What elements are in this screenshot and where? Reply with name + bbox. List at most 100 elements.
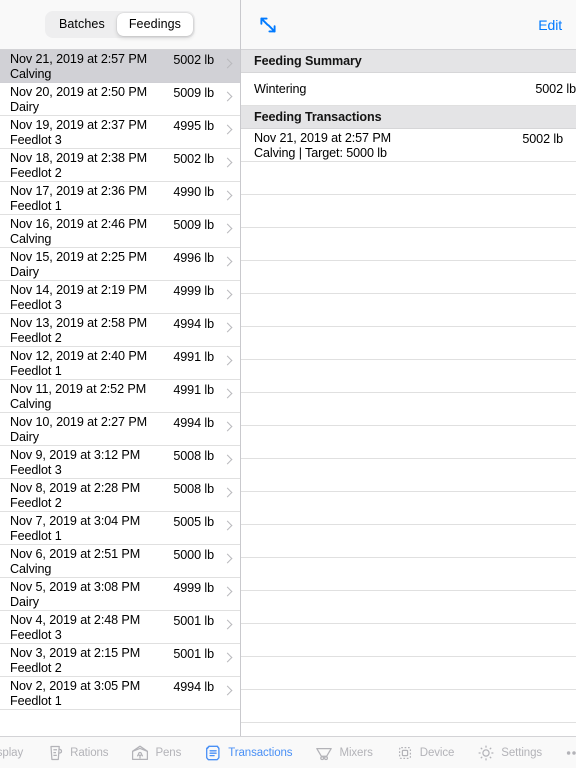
feeding-list-row[interactable]: Nov 18, 2019 at 2:38 PM Feedlot 2 5002 lb bbox=[0, 149, 240, 182]
segment-feedings[interactable]: Feedings bbox=[116, 12, 194, 37]
feeding-summary-section-header: Feeding Summary bbox=[241, 50, 576, 73]
chevron-right-icon bbox=[224, 554, 231, 566]
feedings-list[interactable]: Nov 21, 2019 at 2:57 PM Calving 5002 lb Nov… bbox=[0, 50, 240, 736]
chevron-right-icon bbox=[224, 323, 231, 335]
feeding-list-row[interactable]: Nov 9, 2019 at 3:12 PM Feedlot 3 5008 lb bbox=[0, 446, 240, 479]
feeding-transactions-section-header: Feeding Transactions bbox=[241, 106, 576, 129]
tab-label: Pens bbox=[155, 746, 182, 759]
tab-label: Settings bbox=[501, 746, 543, 759]
gear-icon bbox=[476, 743, 496, 763]
feeding-list-row[interactable]: Nov 8, 2019 at 2:28 PM Feedlot 2 5008 lb bbox=[0, 479, 240, 512]
feeding-list-row[interactable]: Nov 2, 2019 at 3:05 PM Feedlot 1 4994 lb bbox=[0, 677, 240, 710]
chevron-right-icon bbox=[224, 422, 231, 434]
chevron-right-icon bbox=[224, 686, 231, 698]
feeding-list-row[interactable]: Nov 7, 2019 at 3:04 PM Feedlot 1 5005 lb bbox=[0, 512, 240, 545]
detail-pane: Edit Feeding Summary Wintering 5002 lb Feed… bbox=[241, 0, 576, 736]
tab-bar: Display Rations Pens Transactions Mixers Devi… bbox=[0, 736, 576, 768]
segment-batches[interactable]: Batches bbox=[47, 13, 117, 37]
chevron-right-icon bbox=[224, 92, 231, 104]
chevron-right-icon bbox=[224, 356, 231, 368]
summary-row-amount: 5002 lb bbox=[535, 81, 576, 96]
empty-table-row bbox=[241, 294, 576, 327]
feeding-row-amount: 5008 lb bbox=[173, 482, 214, 496]
empty-table-row bbox=[241, 360, 576, 393]
feeding-list-row[interactable]: Nov 17, 2019 at 2:36 PM Feedlot 1 4990 lb bbox=[0, 182, 240, 215]
tab-more[interactable]: More bbox=[553, 743, 576, 763]
feeding-row-amount: 4991 lb bbox=[173, 383, 214, 397]
empty-table-row bbox=[241, 195, 576, 228]
tab-label: Transactions bbox=[228, 746, 293, 759]
tab-transactions[interactable]: Transactions bbox=[192, 743, 303, 763]
ellipsis-icon bbox=[564, 743, 576, 763]
feeding-row-amount: 4991 lb bbox=[173, 350, 214, 364]
receipt-document-icon bbox=[203, 743, 223, 763]
chevron-right-icon bbox=[224, 257, 231, 269]
feeding-row-amount: 4990 lb bbox=[173, 185, 214, 199]
feeding-list-row[interactable]: Nov 14, 2019 at 2:19 PM Feedlot 3 4999 lb bbox=[0, 281, 240, 314]
feeding-row-pen: Feedlot 3 bbox=[10, 133, 62, 147]
feeding-row-pen: Calving bbox=[10, 232, 52, 246]
tab-mixers[interactable]: Mixers bbox=[303, 743, 383, 763]
expand-diagonal-arrows-icon[interactable] bbox=[257, 14, 279, 36]
empty-table-row bbox=[241, 690, 576, 723]
tab-display[interactable]: Display bbox=[0, 743, 34, 763]
feeding-list-row[interactable]: Nov 3, 2019 at 2:15 PM Feedlot 2 5001 lb bbox=[0, 644, 240, 677]
master-pane: Batches Feedings Nov 21, 2019 at 2:57 PM… bbox=[0, 0, 241, 736]
feeding-list-row[interactable]: Nov 5, 2019 at 3:08 PM Dairy 4999 lb bbox=[0, 578, 240, 611]
feeding-list-row[interactable]: Nov 16, 2019 at 2:46 PM Calving 5009 lb bbox=[0, 215, 240, 248]
feeding-summary-row[interactable]: Wintering 5002 lb bbox=[241, 73, 576, 106]
batches-feedings-selector[interactable]: Batches Feedings bbox=[44, 10, 196, 39]
master-navigation-bar: Batches Feedings bbox=[0, 0, 240, 50]
tab-settings[interactable]: Settings bbox=[465, 743, 553, 763]
tab-label: Device bbox=[419, 746, 455, 759]
measuring-cup-icon bbox=[45, 743, 65, 763]
empty-table-row bbox=[241, 459, 576, 492]
feeding-list-row[interactable]: Nov 10, 2019 at 2:27 PM Dairy 4994 lb bbox=[0, 413, 240, 446]
feeding-list-row[interactable]: Nov 11, 2019 at 2:52 PM Calving 4991 lb bbox=[0, 380, 240, 413]
tab-rations[interactable]: Rations bbox=[34, 743, 119, 763]
feeding-row-pen: Dairy bbox=[10, 265, 39, 279]
feeding-row-amount: 5005 lb bbox=[173, 515, 214, 529]
app-root: Batches Feedings Nov 21, 2019 at 2:57 PM… bbox=[0, 0, 576, 768]
empty-table-row bbox=[241, 162, 576, 195]
empty-table-row bbox=[241, 591, 576, 624]
chevron-right-icon bbox=[224, 587, 231, 599]
feeding-row-amount: 4994 lb bbox=[173, 416, 214, 430]
feeding-list-row[interactable]: Nov 15, 2019 at 2:25 PM Dairy 4996 lb bbox=[0, 248, 240, 281]
tab-device[interactable]: Device bbox=[384, 743, 466, 763]
summary-row-label: Wintering bbox=[254, 81, 307, 96]
feeding-list-row[interactable]: Nov 4, 2019 at 2:48 PM Feedlot 3 5001 lb bbox=[0, 611, 240, 644]
feeding-list-row[interactable]: Nov 12, 2019 at 2:40 PM Feedlot 1 4991 lb bbox=[0, 347, 240, 380]
tab-label: Display bbox=[0, 746, 24, 759]
chevron-right-icon bbox=[224, 455, 231, 467]
feeding-list-row[interactable]: Nov 19, 2019 at 2:37 PM Feedlot 3 4995 lb bbox=[0, 116, 240, 149]
chevron-right-icon bbox=[224, 389, 231, 401]
chevron-right-icon bbox=[224, 653, 231, 665]
chevron-right-icon bbox=[224, 488, 231, 500]
feeding-transaction-row[interactable]: Nov 21, 2019 at 2:57 PM Calving | Target:… bbox=[241, 129, 576, 162]
feeding-summary-section-header-label: Feeding Summary bbox=[254, 54, 362, 68]
feeding-row-pen: Feedlot 3 bbox=[10, 628, 62, 642]
feeding-row-amount: 4999 lb bbox=[173, 581, 214, 595]
detail-navigation-bar: Edit bbox=[241, 0, 576, 50]
feeding-row-pen: Dairy bbox=[10, 100, 39, 114]
empty-table-row bbox=[241, 261, 576, 294]
empty-table-row bbox=[241, 525, 576, 558]
empty-table-row bbox=[241, 492, 576, 525]
feeding-list-row[interactable]: Nov 20, 2019 at 2:50 PM Dairy 5009 lb bbox=[0, 83, 240, 116]
feeding-row-amount: 5002 lb bbox=[173, 152, 214, 166]
empty-table-row bbox=[241, 426, 576, 459]
chevron-right-icon bbox=[224, 224, 231, 236]
feeding-row-pen: Feedlot 2 bbox=[10, 166, 62, 180]
tab-label: Rations bbox=[70, 746, 109, 759]
chevron-right-icon bbox=[224, 191, 231, 203]
tab-pens[interactable]: Pens bbox=[119, 743, 192, 763]
feeding-list-row[interactable]: Nov 21, 2019 at 2:57 PM Calving 5002 lb bbox=[0, 50, 240, 83]
feeding-list-row[interactable]: Nov 13, 2019 at 2:58 PM Feedlot 2 4994 lb bbox=[0, 314, 240, 347]
feeding-row-pen: Dairy bbox=[10, 430, 39, 444]
tab-label: Mixers bbox=[339, 746, 373, 759]
empty-table-row bbox=[241, 624, 576, 657]
empty-table-row bbox=[241, 228, 576, 261]
feeding-list-row[interactable]: Nov 6, 2019 at 2:51 PM Calving 5000 lb bbox=[0, 545, 240, 578]
edit-button[interactable]: Edit bbox=[538, 17, 562, 33]
